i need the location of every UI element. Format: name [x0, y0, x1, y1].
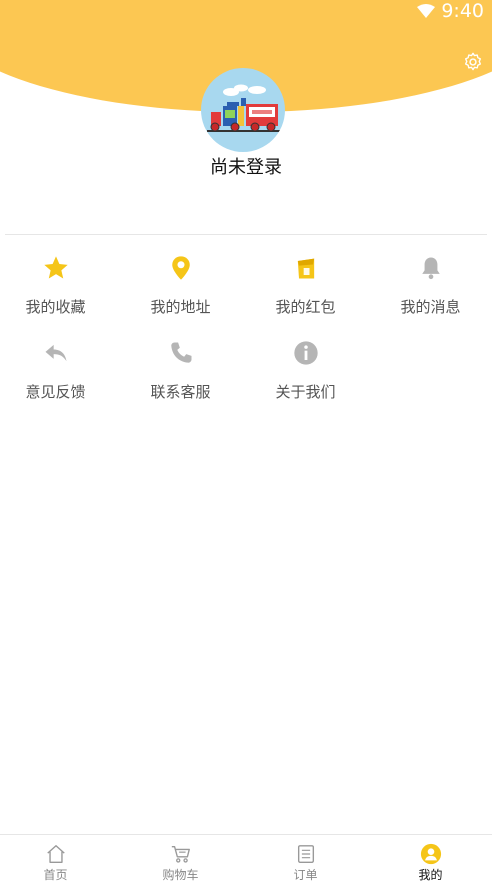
menu-item-messages[interactable]: 我的消息: [369, 254, 492, 317]
menu-item-label: 我的地址: [150, 298, 211, 316]
menu-item-label: 意见反馈: [25, 383, 86, 401]
divider: [5, 234, 487, 235]
bottom-tab-bar: 首页 购物车 订单 我的: [0, 834, 492, 883]
menu-item-label: 联系客服: [150, 383, 211, 401]
red-packet-icon: [297, 258, 314, 279]
menu-item-label: 我的红包: [275, 298, 336, 316]
info-icon: [293, 341, 318, 365]
menu-item-red-packet[interactable]: 我的红包: [244, 254, 367, 317]
bell-icon: [421, 257, 440, 280]
menu-item-label: 关于我们: [275, 383, 336, 401]
menu-item-feedback[interactable]: 意见反馈: [0, 339, 117, 402]
settings-gear-icon[interactable]: [462, 51, 484, 73]
menu-item-label: 我的收藏: [25, 298, 86, 316]
menu-item-customer-service[interactable]: 联系客服: [119, 339, 242, 402]
menu-item-about[interactable]: 关于我们: [244, 339, 367, 402]
tab-orders[interactable]: 订单: [244, 835, 367, 883]
home-icon: [46, 845, 65, 863]
login-status-text[interactable]: 尚未登录: [0, 153, 492, 179]
profile-icon: [420, 843, 441, 865]
tab-profile[interactable]: 我的: [369, 835, 492, 883]
phone-icon: [170, 342, 191, 363]
tab-label: 我的: [418, 868, 443, 882]
order-list-icon: [297, 845, 314, 863]
star-icon: [43, 256, 68, 279]
location-pin-icon: [171, 256, 190, 280]
tab-cart[interactable]: 购物车: [119, 835, 242, 883]
tab-label: 订单: [293, 868, 318, 882]
tab-home[interactable]: 首页: [0, 835, 117, 883]
cart-icon: [171, 845, 190, 863]
train-illustration: [207, 84, 281, 132]
tab-label: 购物车: [162, 868, 199, 882]
menu-item-label: 我的消息: [400, 298, 461, 316]
status-bar: 9:40: [417, 0, 484, 22]
status-time: 9:40: [441, 0, 484, 22]
wifi-icon: [417, 4, 436, 18]
avatar[interactable]: [201, 68, 285, 152]
menu-item-address[interactable]: 我的地址: [119, 254, 242, 317]
menu-item-favorites[interactable]: 我的收藏: [0, 254, 117, 317]
tab-label: 首页: [43, 868, 68, 882]
reply-arrow-icon: [45, 344, 66, 362]
